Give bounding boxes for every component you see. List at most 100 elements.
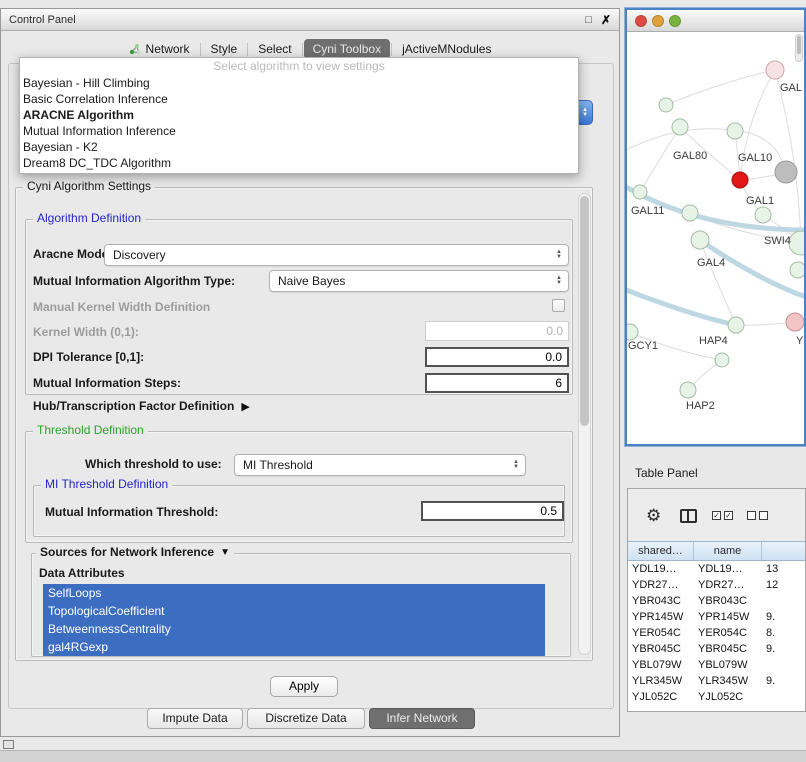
which-threshold-combobox[interactable]: MI Threshold ▲▼: [234, 454, 526, 476]
kernel-width-input[interactable]: [425, 321, 569, 341]
column-layout-icon[interactable]: [680, 509, 697, 523]
minimize-traffic-light-icon[interactable]: [653, 15, 664, 26]
cell-value: 8.: [762, 625, 805, 641]
tab-jactivemnodules[interactable]: jActiveMNodules: [393, 39, 500, 59]
algorithm-combo-spinner[interactable]: ▲ ▼: [577, 100, 593, 125]
node-label: GAL1: [746, 195, 774, 207]
menu-item-bayesian-hill-climbing[interactable]: Bayesian - Hill Climbing: [20, 75, 578, 91]
canvas-scrollbar-thumb[interactable]: [797, 36, 801, 54]
cell-name: YER054C: [694, 625, 762, 641]
tab-style[interactable]: Style: [202, 39, 247, 59]
table-row[interactable]: YDR27… YDR27… 12: [628, 577, 805, 593]
menu-item-bayesian-k2[interactable]: Bayesian - K2: [20, 139, 578, 155]
tab-cyni-toolbox[interactable]: Cyni Toolbox: [304, 39, 390, 59]
cell-name: YBL079W: [694, 657, 762, 673]
expanded-arrow-icon: ▼: [220, 547, 230, 558]
panel-grip-icon[interactable]: [3, 740, 14, 749]
canvas-scrollbar[interactable]: [795, 34, 803, 62]
settings-scrollbar[interactable]: [578, 193, 591, 655]
menu-item-mutual-information[interactable]: Mutual Information Inference: [20, 123, 578, 139]
apply-button[interactable]: Apply: [270, 676, 338, 697]
network-node[interactable]: [766, 61, 784, 79]
unchecked-columns-icon[interactable]: [747, 511, 768, 520]
menu-prompt: Select algorithm to view settings: [20, 58, 578, 75]
menu-item-basic-correlation[interactable]: Basic Correlation Inference: [20, 91, 578, 107]
node-label: HAP4: [699, 335, 728, 347]
checked-columns-icon[interactable]: ✓ ✓: [712, 511, 733, 520]
node-label: Y: [796, 335, 804, 347]
table-row[interactable]: YER054C YER054C 8.: [628, 625, 805, 641]
tab-network[interactable]: Network: [120, 39, 199, 59]
close-traffic-light-icon[interactable]: [636, 15, 647, 26]
attribute-item-selfloops[interactable]: SelfLoops: [43, 584, 545, 602]
network-node[interactable]: [682, 205, 698, 221]
tab-separator: [302, 43, 303, 56]
network-node[interactable]: [633, 185, 647, 199]
table-row[interactable]: YDL19… YDL19… 13: [628, 561, 805, 577]
attribute-item-betweennesscentrality[interactable]: BetweennessCentrality: [43, 620, 545, 638]
manual-kernel-label: Manual Kernel Width Definition: [33, 300, 210, 314]
sources-section-header[interactable]: Sources for Network Inference ▼: [36, 545, 234, 559]
cell-name: YPR145W: [694, 609, 762, 625]
dpi-tolerance-input[interactable]: [425, 347, 569, 367]
mi-threshold-definition-group: MI Threshold Definition Mutual Informati…: [33, 485, 565, 537]
settings-scrollbar-thumb[interactable]: [580, 196, 589, 426]
table-row[interactable]: YLR345W YLR345W 9.: [628, 673, 805, 689]
network-node[interactable]: [790, 262, 804, 278]
hub-definition-section[interactable]: Hub/Transcription Factor Definition ▶: [33, 399, 250, 413]
table-row[interactable]: YBL079W YBL079W: [628, 657, 805, 673]
cell-value: 9.: [762, 673, 805, 689]
network-window-titlebar[interactable]: [627, 10, 804, 32]
table-row[interactable]: YBR045C YBR045C 9.: [628, 641, 805, 657]
tab-discretize-data[interactable]: Discretize Data: [247, 708, 365, 729]
table-row[interactable]: YJL052C YJL052C: [628, 689, 805, 705]
cyni-algorithm-settings-group: Cyni Algorithm Settings Algorithm Defini…: [15, 187, 593, 661]
tab-infer-network[interactable]: Infer Network: [369, 708, 475, 729]
menu-item-aracne[interactable]: ARACNE Algorithm: [20, 107, 578, 123]
cell-shared-name: YER054C: [628, 625, 694, 641]
float-window-icon[interactable]: □: [585, 14, 592, 26]
mi-threshold-input[interactable]: [421, 501, 564, 521]
cell-shared-name: YBL079W: [628, 657, 694, 673]
manual-kernel-checkbox[interactable]: [552, 299, 565, 312]
menu-item-dream8[interactable]: Dream8 DC_TDC Algorithm: [20, 155, 578, 171]
column-header-shared-name[interactable]: shared…: [628, 542, 694, 560]
unchecked-box-icon: [747, 511, 756, 520]
network-node[interactable]: [786, 313, 804, 331]
aracne-mode-combobox[interactable]: Discovery ▲▼: [104, 244, 569, 266]
table-row[interactable]: YPR145W YPR145W 9.: [628, 609, 805, 625]
cell-value: [762, 657, 805, 673]
table-row[interactable]: YBR043C YBR043C: [628, 593, 805, 609]
column-header-name[interactable]: name: [694, 542, 762, 560]
tab-select[interactable]: Select: [249, 39, 300, 59]
network-node[interactable]: [680, 382, 696, 398]
column-header-extra[interactable]: [762, 542, 805, 560]
network-node[interactable]: [672, 119, 688, 135]
checked-box-icon: ✓: [712, 511, 721, 520]
node-label: GAL80: [673, 150, 707, 162]
mi-type-combobox[interactable]: Naive Bayes ▲▼: [269, 270, 569, 292]
zoom-traffic-light-icon[interactable]: [670, 15, 681, 26]
network-node[interactable]: [732, 172, 748, 188]
network-node[interactable]: [691, 231, 709, 249]
table-header-row: shared… name: [628, 541, 805, 561]
network-graph: GAL GAL80 GAL10 GAL11 GAL1 SWI4 GAL4 GCY…: [627, 32, 804, 444]
network-node[interactable]: [627, 324, 638, 340]
control-panel-titlebar[interactable]: Control Panel □ ✗: [1, 9, 619, 31]
network-node[interactable]: [715, 353, 729, 367]
table-panel-title: Table Panel: [635, 466, 698, 480]
attribute-item-topologicalcoefficient[interactable]: TopologicalCoefficient: [43, 602, 545, 620]
network-node[interactable]: [775, 161, 797, 183]
group-title: Cyni Algorithm Settings: [23, 179, 155, 193]
network-node[interactable]: [728, 317, 744, 333]
close-window-icon[interactable]: ✗: [601, 13, 611, 27]
network-node[interactable]: [727, 123, 743, 139]
cell-value: 9.: [762, 641, 805, 657]
mi-steps-input[interactable]: [425, 373, 569, 393]
network-node[interactable]: [659, 98, 673, 112]
gear-icon[interactable]: ⚙: [646, 506, 661, 526]
table-body: YDL19… YDL19… 13 YDR27… YDR27… 12 YBR043…: [628, 561, 805, 711]
network-node[interactable]: [755, 207, 771, 223]
tab-impute-data[interactable]: Impute Data: [147, 708, 243, 729]
attribute-item-gal4rgexp[interactable]: gal4RGexp: [43, 638, 545, 656]
